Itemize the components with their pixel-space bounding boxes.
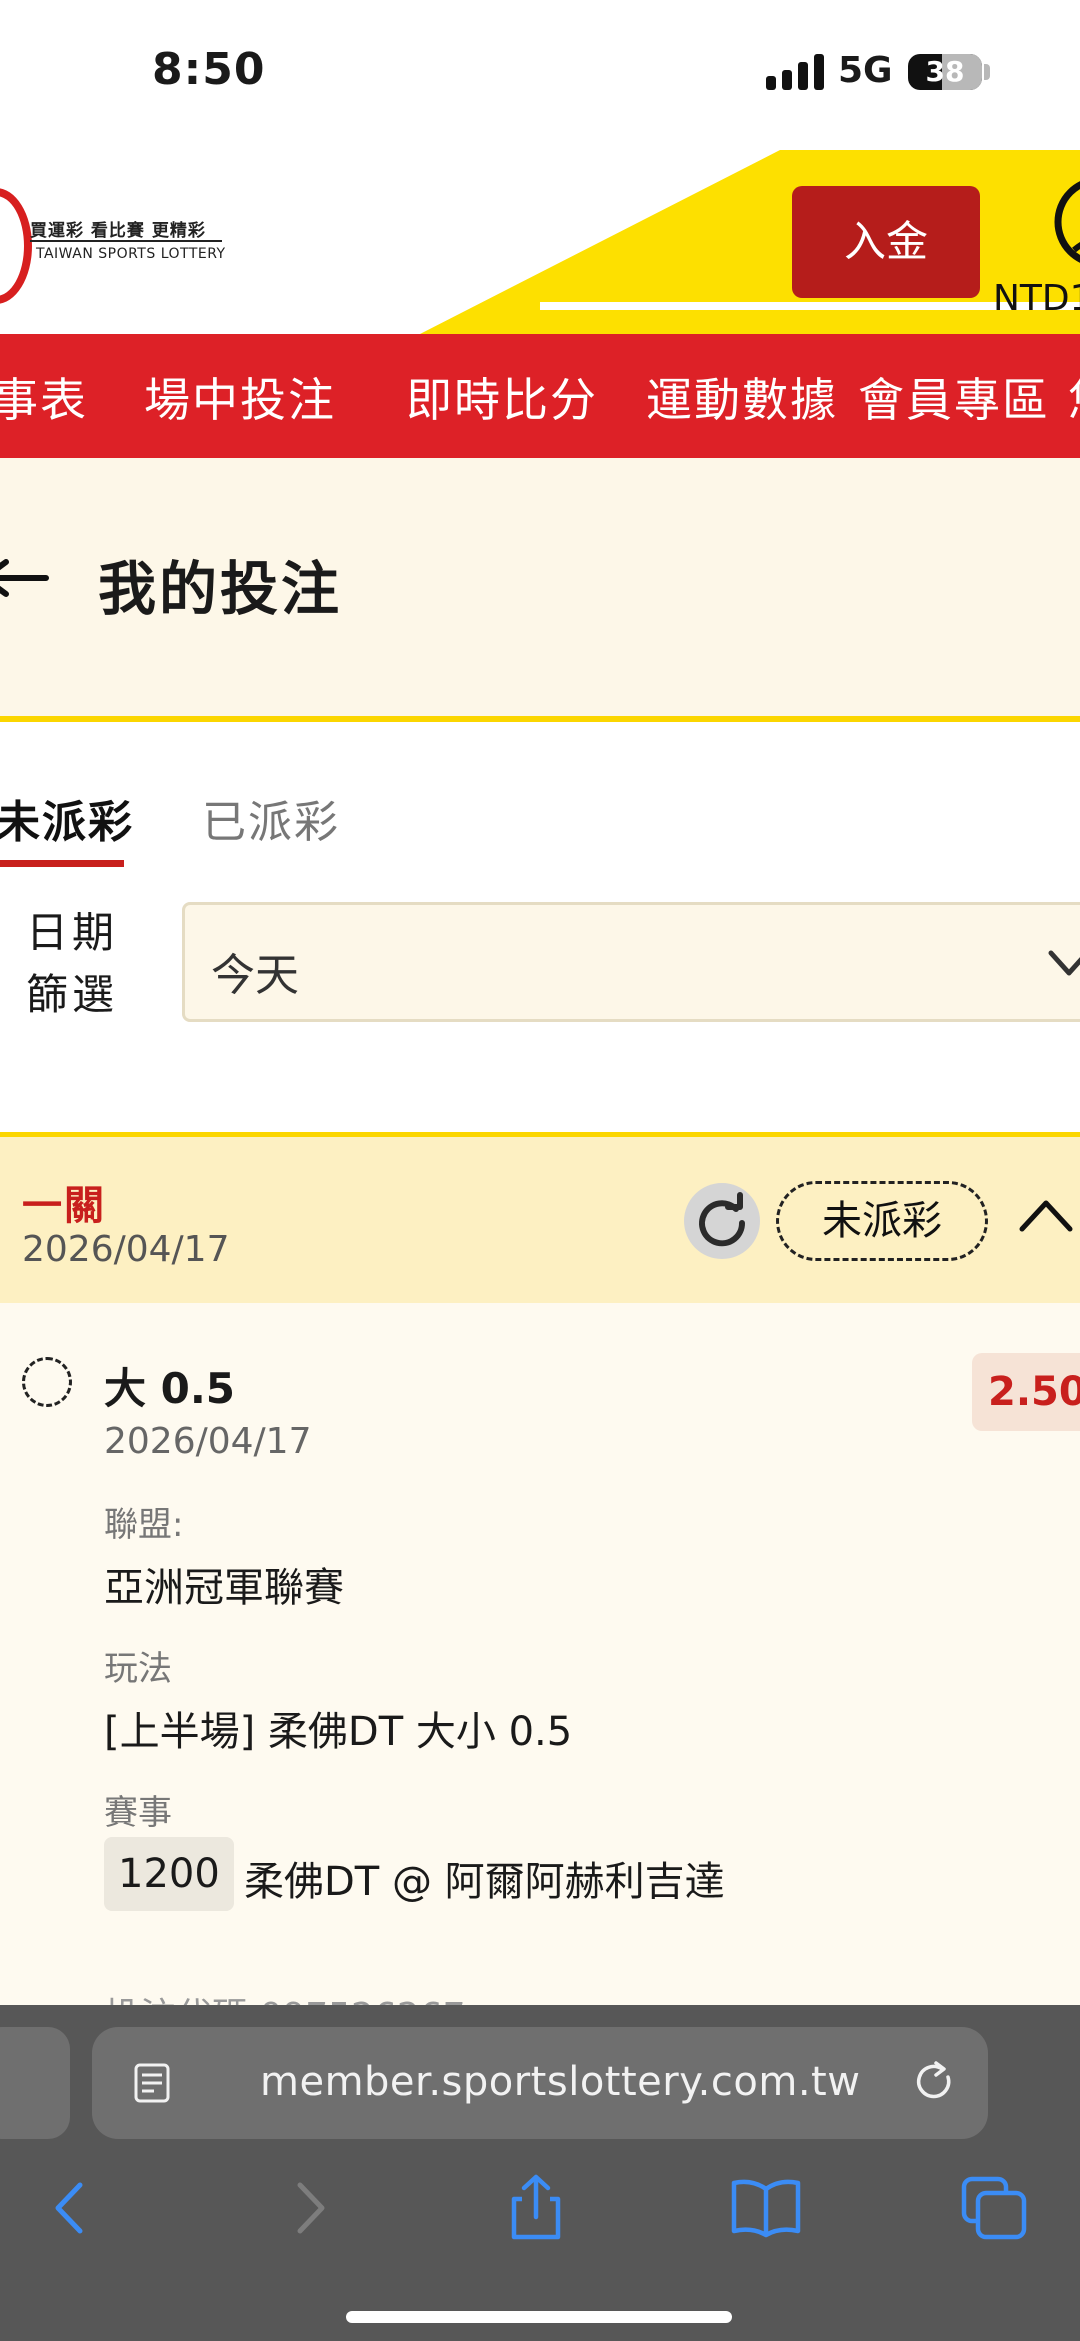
- back-arrow-icon[interactable]: [0, 558, 50, 598]
- forward-icon[interactable]: [268, 2173, 348, 2243]
- odds-badge: 2.50: [972, 1353, 1080, 1431]
- nav-item-sports-data[interactable]: 運動數據: [646, 364, 838, 430]
- nav-item-live-scores[interactable]: 即時比分: [406, 364, 598, 430]
- previous-tab-preview[interactable]: [0, 2027, 70, 2139]
- logo-mark[interactable]: [0, 188, 32, 304]
- market-label: 玩法: [104, 1649, 172, 1689]
- bet-type: 一關: [22, 1183, 106, 1229]
- bet-card-header[interactable]: 一關 2026/04/17 未派彩: [0, 1137, 1080, 1303]
- nav-item-live-betting[interactable]: 場中投注: [144, 364, 336, 430]
- bet-card-body: 大 0.5 2026/04/17 2.50 聯盟: 亞洲冠軍聯賽 玩法 [上半場…: [0, 1303, 1080, 2005]
- chevron-up-icon[interactable]: [1018, 1197, 1074, 1233]
- event-name: 柔佛DT @ 阿爾阿赫利吉達: [244, 1859, 725, 1905]
- bookmarks-icon[interactable]: [726, 2173, 806, 2243]
- share-icon[interactable]: [496, 2173, 576, 2243]
- date-filter-value: 今天: [211, 950, 299, 1001]
- market-value: [上半場] 柔佛DT 大小 0.5: [104, 1709, 573, 1755]
- logo-name[interactable]: TAIWAN SPORTS LOTTERY: [36, 246, 226, 262]
- date-filter-label: 日期篩選: [26, 908, 119, 1019]
- url-text[interactable]: member.sportslottery.com.tw: [260, 2059, 860, 2105]
- battery-level: 38: [925, 55, 965, 88]
- logo-tagline[interactable]: 買運彩 看比賽 更精彩: [30, 216, 206, 241]
- status-bar: 8:50 5G 38: [0, 0, 1080, 150]
- chevron-down-icon: [1048, 950, 1080, 976]
- bet-code: 投注代碼 097526267: [104, 1987, 466, 2005]
- status-badge: 未派彩: [776, 1181, 988, 1261]
- signal-icon: [766, 54, 824, 90]
- site-header: 買運彩 看比賽 更精彩 TAIWAN SPORTS LOTTERY 入金 NTD…: [0, 150, 1080, 334]
- battery-tip: [984, 64, 990, 80]
- balance-label[interactable]: NTD1: [993, 278, 1080, 319]
- refresh-button[interactable]: [684, 1183, 760, 1259]
- refresh-icon: [699, 1192, 746, 1247]
- league-label: 聯盟:: [104, 1505, 184, 1545]
- user-icon[interactable]: [1048, 178, 1080, 268]
- bet-selection: 大 0.5: [104, 1364, 236, 1413]
- event-number: 1200: [104, 1837, 234, 1911]
- bet-date: 2026/04/17: [22, 1229, 230, 1270]
- page-title: 我的投注: [98, 555, 343, 623]
- network-type: 5G: [838, 50, 893, 91]
- nav-item-more[interactable]: 您: [1068, 364, 1080, 430]
- event-label: 賽事: [104, 1793, 172, 1833]
- pending-status-icon: [22, 1357, 72, 1407]
- nav-item-schedule[interactable]: 事表: [0, 364, 88, 430]
- nav-item-member-area[interactable]: 會員專區: [858, 364, 1050, 430]
- league-value: 亞洲冠軍聯賽: [104, 1565, 344, 1611]
- bet-filter-area: 未派彩 已派彩 日期篩選 今天: [0, 722, 1080, 1132]
- tab-active-indicator: [0, 860, 124, 867]
- home-indicator: [346, 2311, 732, 2323]
- tab-settled[interactable]: 已派彩: [202, 786, 340, 850]
- main-nav: 事表 場中投注 即時比分 運動數據 會員專區 您: [0, 334, 1080, 458]
- deposit-button[interactable]: 入金: [792, 186, 980, 298]
- tab-unsettled[interactable]: 未派彩: [0, 786, 134, 850]
- battery-icon: 38: [908, 54, 982, 90]
- status-time: 8:50: [152, 44, 266, 95]
- date-filter-select[interactable]: 今天: [182, 902, 1080, 1022]
- page-icon[interactable]: [132, 2061, 172, 2105]
- tabs-icon[interactable]: [956, 2173, 1036, 2243]
- back-icon[interactable]: [32, 2173, 112, 2243]
- browser-toolbar: member.sportslottery.com.tw: [0, 2005, 1080, 2341]
- logo-divider: [30, 240, 222, 242]
- page-header: 我的投注: [0, 458, 1080, 716]
- reload-icon[interactable]: [912, 2059, 958, 2107]
- address-bar[interactable]: member.sportslottery.com.tw: [92, 2027, 988, 2139]
- selection-date: 2026/04/17: [104, 1421, 312, 1462]
